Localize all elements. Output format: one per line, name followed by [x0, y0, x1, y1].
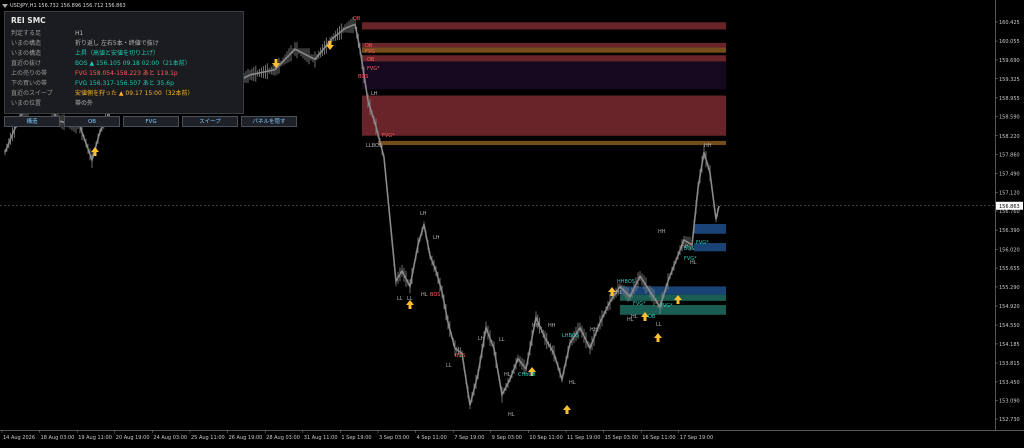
structure-label: HH	[532, 323, 540, 329]
price-zone	[362, 55, 726, 62]
arrow-up-icon	[563, 405, 571, 414]
price-zone	[362, 42, 726, 48]
structure-label: LHBOS	[562, 333, 579, 339]
structure-label: LH	[371, 91, 378, 97]
panel-button[interactable]: OB	[64, 116, 120, 127]
structure-label: HL	[421, 292, 428, 298]
structure-label: BOS	[684, 246, 694, 252]
structure-label: LH	[433, 235, 440, 241]
structure-label: FVG*	[696, 240, 709, 246]
structure-label: FVG*	[633, 301, 646, 307]
panel-row-label: 判定する足	[11, 30, 42, 37]
structure-label: LL	[446, 363, 452, 369]
structure-label: LL	[656, 322, 662, 328]
structure-label: HL	[504, 372, 511, 378]
panel-button[interactable]: パネルを隠す	[241, 116, 297, 127]
panel-row-value: 上昇（高値と安値を切り上げ）	[75, 50, 160, 57]
structure-label: HL	[508, 412, 515, 418]
symbol-line: USDJPY,H1 156.732 156.896 156.712 156.86…	[10, 3, 126, 9]
panel-row-value: 帯の外	[75, 100, 94, 107]
symbol-info: USDJPY,H1 156.732 156.896 156.712 156.86…	[2, 3, 126, 9]
structure-label: HL	[616, 290, 623, 296]
arrow-up-icon	[654, 333, 662, 342]
structure-label: LH	[420, 211, 427, 217]
panel-row: 下の買いの帯 FVG 156.317-156.507 あと 35.6p	[11, 78, 174, 87]
structure-label: LLBOS	[366, 143, 382, 149]
structure-label: HL	[627, 317, 634, 323]
panel-row: いまの構造 折り返し 左右5本・终値で抜け	[11, 38, 159, 47]
price-zone	[620, 294, 726, 301]
panel-row-label: いまの構造	[11, 50, 42, 57]
structure-label: FVG	[365, 49, 375, 55]
structure-label: FVG*	[382, 133, 395, 139]
structure-label: HH	[548, 323, 556, 329]
panel-row-label: いまの構造	[11, 40, 42, 47]
panel-row-label: 上の売りの帯	[11, 70, 48, 77]
structure-label: FVG*	[367, 66, 380, 72]
panel-button[interactable]: 構造	[4, 116, 60, 127]
panel-row-value: 安値側を狩った ▲ 09.17 15:00（32本前）	[75, 90, 194, 97]
price-zone	[362, 47, 726, 53]
structure-label: HL	[690, 260, 697, 266]
panel-row-value: 折り返し 左右5本・终値で抜け	[75, 40, 159, 47]
smc-panel: REI SMC 判定する足 H1 いまの構造 折り返し 左右5本・终値で抜け いまの構造…	[4, 11, 244, 114]
panel-row-value: H1	[75, 30, 84, 37]
price-zone	[378, 140, 726, 146]
structure-label: BOS	[455, 353, 465, 359]
structure-label: LH	[478, 336, 485, 342]
dropdown-arrow-icon[interactable]	[2, 3, 8, 8]
price-axis[interactable]	[995, 0, 1024, 430]
structure-label: BOS	[358, 74, 368, 80]
structure-label: OB	[353, 16, 361, 22]
panel-row-value: FVG 158.054-158.223 あと 119.1p	[75, 70, 178, 77]
structure-label: OB	[648, 314, 656, 320]
structure-label: OB	[367, 57, 375, 63]
panel-title: REI SMC	[11, 16, 46, 25]
panel-row-label: 直近のスイープ	[11, 90, 53, 97]
arrow-down-icon	[326, 41, 334, 50]
panel-row: 上の売りの帯 FVG 158.054-158.223 あと 119.1p	[11, 68, 178, 77]
structure-label: HHBOS	[617, 279, 635, 285]
panel-row: 直近の抜け BOS ▲ 156.105 09.18 02:00（21本前）	[11, 58, 191, 67]
panel-row-label: いまの位置	[11, 100, 42, 107]
price-zone	[362, 22, 726, 30]
structure-label: LL	[407, 296, 413, 302]
panel-row: いまの構造 上昇（高値と安値を切り上げ）	[11, 48, 159, 57]
panel-row: いまの位置 帯の外	[11, 98, 93, 107]
price-zone	[694, 223, 726, 234]
price-zone	[362, 95, 726, 136]
panel-row-value: BOS ▲ 156.105 09.18 02:00（21本前）	[75, 60, 191, 67]
time-axis[interactable]	[0, 430, 1024, 448]
panel-row-label: 直近の抜け	[11, 60, 42, 67]
structure-label: BOS	[430, 292, 440, 298]
structure-label: CHoCH	[518, 372, 536, 378]
structure-label: FVG*	[660, 303, 673, 309]
structure-label: HH	[590, 327, 598, 333]
panel-row: 直近のスイープ 安値側を狩った ▲ 09.17 15:00（32本前）	[11, 88, 193, 97]
panel-button[interactable]: FVG	[123, 116, 179, 127]
structure-label: LL	[499, 337, 505, 343]
panel-row: 判定する足 H1	[11, 28, 83, 37]
panel-button[interactable]: スイープ	[182, 116, 238, 127]
panel-row-value: FVG 156.317-156.507 あと 35.6p	[75, 80, 174, 87]
structure-label: HL	[569, 380, 576, 386]
price-zone	[362, 61, 726, 90]
structure-label: HH	[704, 143, 712, 149]
structure-label: HH	[658, 229, 666, 235]
structure-label: LL	[397, 296, 403, 302]
panel-row-label: 下の買いの帯	[11, 80, 48, 87]
